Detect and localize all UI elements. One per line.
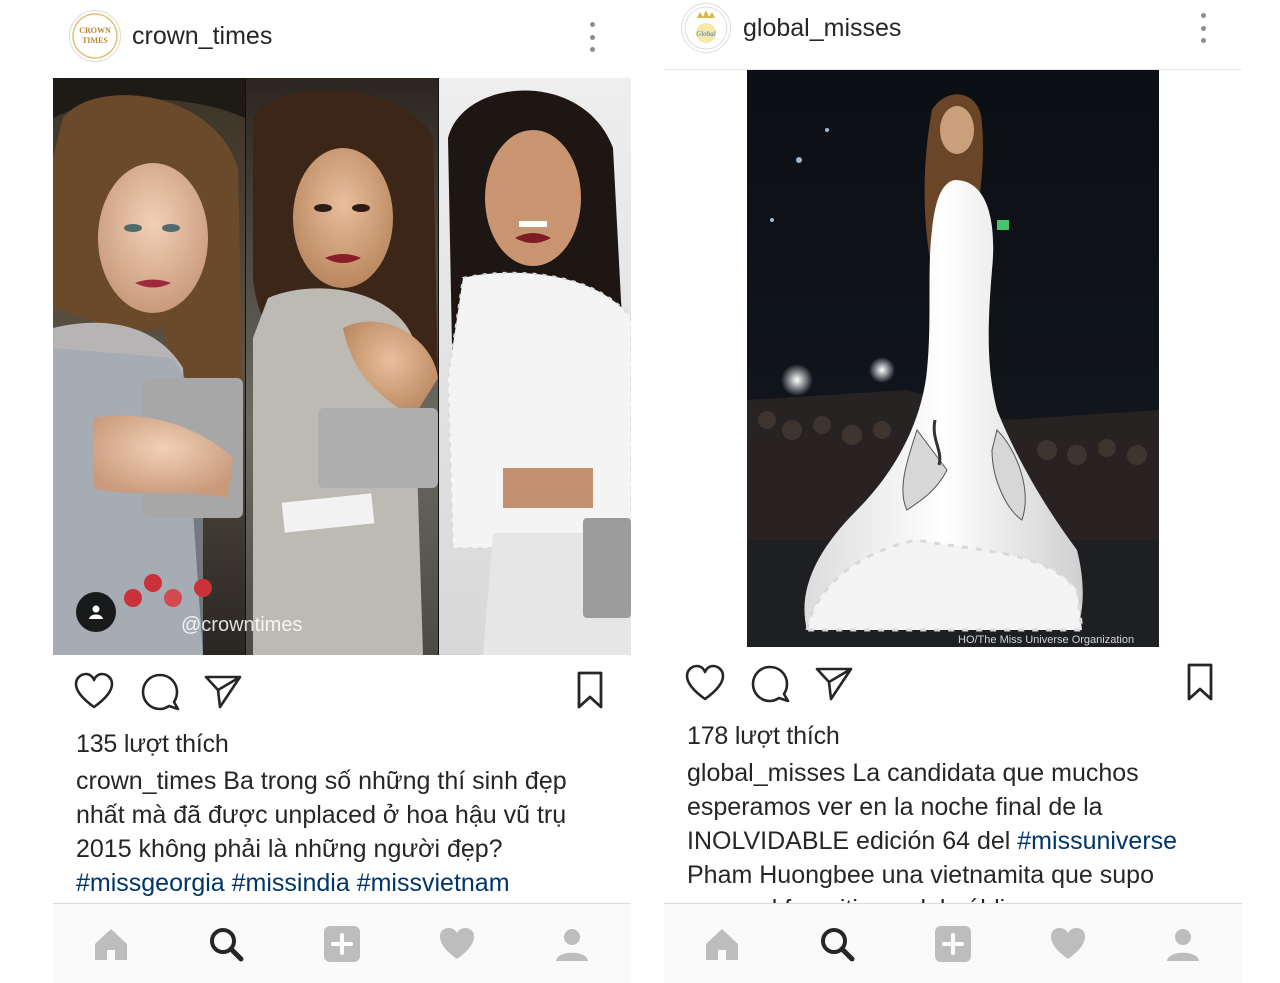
post-username[interactable]: global_misses [743, 14, 901, 43]
search-icon[interactable] [817, 924, 857, 964]
post-photo[interactable]: @crowntimes [53, 78, 631, 655]
search-icon[interactable] [206, 924, 246, 964]
heart-outline-icon[interactable] [74, 672, 114, 712]
hashtag-link[interactable]: #missindia [232, 869, 350, 897]
global-misses-logo: Global [684, 6, 728, 50]
paper-plane-icon[interactable] [203, 672, 243, 712]
hashtag-link[interactable]: #missvietnam [357, 869, 510, 897]
photo-watermark: @crowntimes [181, 614, 303, 636]
profile-icon[interactable] [1163, 924, 1203, 964]
collage-image [53, 78, 631, 655]
bottom-tab-bar [53, 903, 631, 983]
svg-text:Global: Global [696, 30, 716, 38]
post-global-misses: Global global_misses HO/The Miss Univers… [664, 0, 1242, 983]
post-header: CROWN TIMES crown_times [53, 0, 631, 70]
home-icon[interactable] [702, 924, 742, 964]
bookmark-icon[interactable] [1180, 662, 1220, 702]
post-crown-times: CROWN TIMES crown_times @crowntimes 135 … [53, 0, 631, 983]
post-header: Global global_misses [664, 0, 1242, 70]
caption-text-line: INOLVIDABLE edición 64 del [687, 827, 1018, 855]
svg-text:CROWN: CROWN [79, 26, 111, 35]
profile-icon[interactable] [552, 924, 592, 964]
bookmark-icon[interactable] [570, 670, 610, 710]
caption-text-line: Ba trong số những thí sinh đẹp [216, 767, 567, 795]
comment-bubble-icon[interactable] [750, 664, 790, 704]
likes-count[interactable]: 178 lượt thích [687, 722, 840, 751]
comment-bubble-icon[interactable] [140, 672, 180, 712]
home-icon[interactable] [91, 924, 131, 964]
caption-text-line: esperamos ver en la noche final de la [687, 793, 1103, 821]
add-post-icon[interactable] [933, 924, 973, 964]
post-photo[interactable]: HO/The Miss Universe Organization [747, 70, 1159, 647]
avatar[interactable]: Global [681, 3, 731, 53]
post-caption: global_misses La candidata que muchos es… [687, 756, 1232, 926]
hashtag-link[interactable]: #missuniverse [1017, 827, 1177, 855]
svg-text:TIMES: TIMES [82, 36, 108, 45]
caption-text-line: Pham Huongbee una vietnamita que supo [687, 861, 1154, 889]
caption-username[interactable]: global_misses [687, 759, 845, 787]
crown-times-logo: CROWN TIMES [72, 13, 118, 59]
hashtag-link[interactable]: #missgeorgia [76, 869, 225, 897]
activity-heart-icon[interactable] [437, 924, 477, 964]
photo-credit: HO/The Miss Universe Organization [958, 634, 1135, 646]
gown-image [747, 70, 1159, 647]
bottom-tab-bar [664, 903, 1242, 983]
likes-count[interactable]: 135 lượt thích [76, 730, 229, 759]
vertical-dots-icon[interactable] [587, 22, 597, 52]
tagged-user-icon[interactable] [76, 592, 116, 632]
caption-text-line: nhất mà đã được unplaced ở hoa hậu vũ tr… [76, 801, 567, 829]
heart-outline-icon[interactable] [685, 664, 725, 704]
post-username[interactable]: crown_times [132, 22, 272, 51]
activity-heart-icon[interactable] [1048, 924, 1088, 964]
post-caption: crown_times Ba trong số những thí sinh đ… [76, 764, 616, 900]
add-post-icon[interactable] [322, 924, 362, 964]
vertical-dots-icon[interactable] [1198, 13, 1208, 43]
avatar[interactable]: CROWN TIMES [69, 10, 121, 62]
caption-username[interactable]: crown_times [76, 767, 216, 795]
paper-plane-icon[interactable] [814, 664, 854, 704]
caption-text-line: La candidata que muchos [845, 759, 1139, 787]
caption-text-line: 2015 không phải là những người đẹp? [76, 835, 503, 863]
